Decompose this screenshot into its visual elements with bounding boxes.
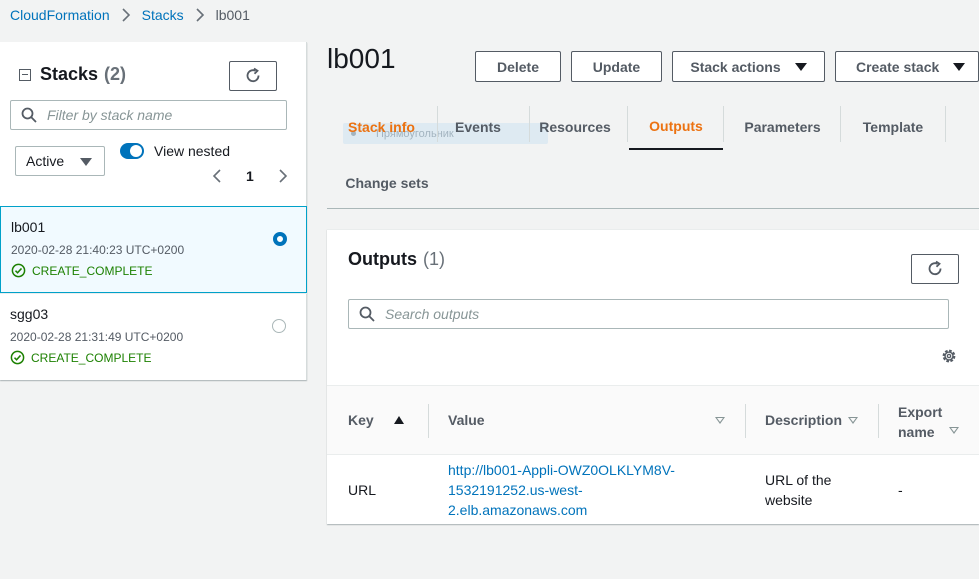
stack-status-text: CREATE_COMPLETE [31,350,152,365]
status-filter-select[interactable]: Active [15,146,105,176]
page-title: lb001 [327,43,396,74]
tab-events[interactable]: Events [438,104,518,150]
output-value-link[interactable]: http://lb001-Appli-OWZ0OLKLYM8V- 1532191… [448,460,675,520]
tab-divider [327,208,979,209]
output-export-name: - [898,482,903,498]
stack-radio[interactable] [273,232,287,246]
column-value[interactable]: Value [448,412,485,428]
tab-outputs[interactable]: Outputs [629,104,723,150]
outputs-heading: Outputs (1) [348,249,445,270]
sort-icon[interactable] [848,417,858,424]
caret-down-icon [80,158,92,166]
breadcrumb: CloudFormation Stacks lb001 [10,7,250,23]
tab-resources[interactable]: Resources [530,104,620,150]
create-stack-button[interactable]: Create stack [835,51,979,82]
column-export-name[interactable]: Export name [898,402,948,442]
create-stack-label: Create stack [856,58,940,75]
column-key[interactable]: Key [348,412,404,428]
chevron-right-icon [193,8,207,22]
stacks-heading: Stacks (2) [19,64,126,85]
pagination: 1 [210,168,290,184]
view-nested-toggle[interactable] [120,143,144,159]
update-button[interactable]: Update [571,51,662,82]
chevron-right-icon[interactable] [276,169,290,183]
search-outputs-field[interactable] [385,306,925,322]
breadcrumb-cloudformation[interactable]: CloudFormation [10,7,110,23]
check-circle-icon [11,263,26,278]
check-circle-icon [10,350,25,365]
tab-parameters[interactable]: Parameters [725,104,840,150]
stack-item-lb001[interactable]: lb001 2020-02-28 21:40:23 UTC+0200 CREAT… [0,206,307,293]
chevron-left-icon[interactable] [210,169,224,183]
caret-down-icon [794,62,807,71]
breadcrumb-stacks[interactable]: Stacks [142,7,184,23]
sort-ascending-icon [393,416,404,424]
sort-icon[interactable] [949,427,959,434]
output-description: URL of the website [765,470,831,510]
collapse-icon[interactable] [19,68,31,81]
outputs-container: Outputs (1) Key Value Description Export … [327,229,979,524]
filter-stack-field[interactable] [47,107,267,123]
outputs-title: Outputs [348,249,417,269]
tab-stack-info[interactable]: Stack info [337,104,426,150]
sort-icon[interactable] [715,417,725,424]
refresh-outputs-button[interactable] [911,254,959,284]
search-outputs-input[interactable] [348,299,949,329]
stacks-panel: Stacks (2) Active View nested 1 lb001 20… [0,42,307,380]
stack-status: CREATE_COMPLETE [11,263,152,278]
column-key-label: Key [348,412,374,428]
stack-status: CREATE_COMPLETE [10,350,151,365]
breadcrumb-current: lb001 [215,7,250,23]
status-filter-value: Active [26,153,65,169]
search-icon [359,306,375,322]
delete-button[interactable]: Delete [475,51,561,82]
column-description[interactable]: Description [765,412,842,428]
stacks-title: Stacks [40,64,99,84]
tab-template[interactable]: Template [841,104,945,150]
refresh-stacks-button[interactable] [229,61,277,91]
stack-name[interactable]: sgg03 [10,306,48,322]
output-description-line: URL of the [765,472,832,488]
stack-actions-label: Stack actions [690,58,781,75]
stack-time: 2020-02-28 21:31:49 UTC+0200 [10,330,184,344]
table-header: Key Value Description Export name [327,385,979,455]
stack-actions-button[interactable]: Stack actions [672,51,825,82]
stack-time: 2020-02-28 21:40:23 UTC+0200 [11,243,185,257]
stack-radio[interactable] [272,319,286,333]
view-nested-label: View nested [154,143,231,159]
output-value-line: 1532191252.us-west- [448,482,583,498]
outputs-count: (1) [423,249,445,269]
caret-down-icon [953,62,966,71]
chevron-right-icon [119,8,133,22]
stack-name[interactable]: lb001 [11,219,45,235]
stack-status-text: CREATE_COMPLETE [32,263,153,278]
table-row: URL http://lb001-Appli-OWZ0OLKLYM8V- 153… [327,456,979,524]
page-number[interactable]: 1 [246,168,254,184]
tab-change-sets[interactable]: Change sets [337,160,437,206]
stack-item-sgg03[interactable]: sgg03 2020-02-28 21:31:49 UTC+0200 CREAT… [0,293,307,380]
refresh-icon [928,260,942,276]
gear-icon[interactable] [940,347,958,365]
output-key: URL [348,482,377,498]
filter-stack-input[interactable] [10,100,287,130]
stacks-count: (2) [104,64,127,84]
output-value-line: http://lb001-Appli-OWZ0OLKLYM8V- [448,462,675,478]
refresh-icon [246,67,260,83]
output-description-line: website [765,492,813,508]
search-icon [21,107,37,123]
output-value-line: 2.elb.amazonaws.com [448,502,588,518]
